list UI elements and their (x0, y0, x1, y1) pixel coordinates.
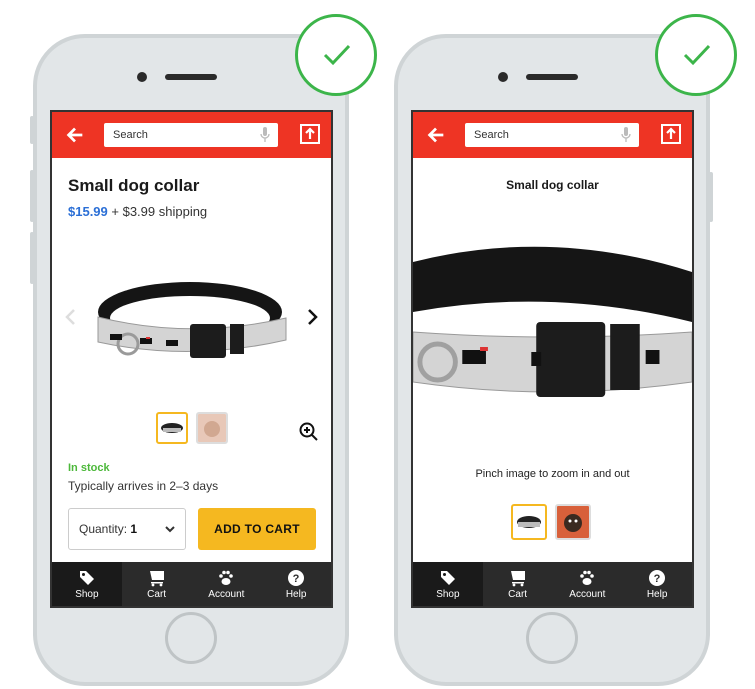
quantity-value: 1 (130, 522, 138, 536)
nav-item-shop[interactable]: Shop (52, 562, 122, 606)
shipping-cost: + $3.99 shipping (111, 204, 208, 219)
dog-thumbnail (198, 414, 226, 442)
stock-status: In stock (68, 462, 110, 474)
dog-collar-photo-zoomed[interactable] (413, 232, 692, 432)
tag-icon (79, 570, 94, 585)
cart-icon (149, 570, 164, 586)
nav-label: Account (208, 588, 245, 600)
thumbnail-dog[interactable] (555, 504, 591, 540)
delivery-estimate: Typically arrives in 2–3 days (68, 479, 219, 493)
nav-item-cart[interactable]: Cart (122, 562, 192, 606)
nav-item-cart[interactable]: Cart (483, 562, 553, 606)
svg-text:?: ? (654, 573, 661, 585)
nav-label: Cart (508, 588, 528, 600)
microphone-icon[interactable] (260, 127, 270, 143)
nav-label: Help (285, 588, 307, 600)
dog-collar-photo[interactable] (90, 262, 290, 382)
product-title: Small dog collar (506, 178, 599, 192)
nav-label: Account (569, 588, 606, 600)
microphone-icon[interactable] (621, 127, 631, 143)
dog-thumbnail (557, 506, 589, 538)
thumbnail-collar[interactable] (511, 504, 547, 540)
product-price: $15.99 (68, 204, 108, 219)
paw-icon (580, 570, 595, 585)
search-input[interactable]: Search (104, 123, 278, 147)
nav-item-help[interactable]: ? Help (622, 562, 692, 606)
chevron-right-icon[interactable] (305, 308, 319, 326)
tag-icon (440, 570, 455, 585)
app-header: Search (52, 112, 331, 158)
phone-frame-zoom: Search Small dog collar Pinch image to z… (394, 34, 710, 686)
quantity-select[interactable]: Quantity: 1 (68, 508, 186, 550)
help-icon: ? (649, 569, 666, 586)
thumbnail-dog[interactable] (196, 412, 228, 444)
help-icon: ? (288, 569, 305, 586)
nav-item-account[interactable]: Account (192, 562, 262, 606)
quantity-label: Quantity: (79, 522, 128, 536)
search-input[interactable]: Search (465, 123, 639, 147)
home-button (165, 612, 217, 664)
product-screen: Search Small dog collar $15.99 + $3.99 s… (50, 110, 333, 608)
nav-label: Shop (75, 588, 99, 600)
cart-icon (510, 570, 525, 586)
phone-frame-product: Search Small dog collar $15.99 + $3.99 s… (33, 34, 349, 686)
svg-text:?: ? (293, 573, 300, 585)
product-title: Small dog collar (68, 176, 200, 195)
app-header: Search (413, 112, 692, 158)
nav-item-account[interactable]: Account (553, 562, 623, 606)
speaker (526, 74, 578, 80)
check-icon (683, 44, 711, 66)
price-line: $15.99 + $3.99 shipping (68, 204, 207, 219)
approved-badge (295, 14, 377, 96)
chevron-down-icon (165, 526, 175, 533)
camera (137, 72, 147, 82)
nav-label: Help (646, 588, 668, 600)
collar-thumbnail (161, 423, 183, 433)
nav-item-shop[interactable]: Shop (413, 562, 483, 606)
arrow-left-icon[interactable] (64, 124, 86, 146)
chevron-left-icon[interactable] (64, 308, 78, 326)
add-to-cart-button[interactable]: ADD TO CART (198, 508, 316, 550)
check-icon (323, 44, 351, 66)
thumbnail-strip (511, 504, 591, 540)
nav-label: Shop (436, 588, 460, 600)
zoom-in-icon[interactable] (299, 422, 319, 442)
thumbnail-strip (156, 412, 228, 444)
search-placeholder: Search (474, 129, 509, 141)
arrow-left-icon[interactable] (425, 124, 447, 146)
bottom-nav: Shop Cart Account ? Help (52, 562, 331, 606)
pinch-hint: Pinch image to zoom in and out (475, 468, 630, 480)
collar-thumbnail (517, 516, 541, 528)
camera (498, 72, 508, 82)
search-placeholder: Search (113, 129, 148, 141)
zoom-screen: Search Small dog collar Pinch image to z… (411, 110, 694, 608)
paw-icon (219, 570, 234, 585)
nav-label: Cart (147, 588, 167, 600)
thumbnail-collar[interactable] (156, 412, 188, 444)
approved-badge (655, 14, 737, 96)
bottom-nav: Shop Cart Account ? Help (413, 562, 692, 606)
home-button (526, 612, 578, 664)
share-icon[interactable] (660, 123, 682, 145)
share-icon[interactable] (299, 123, 321, 145)
speaker (165, 74, 217, 80)
nav-item-help[interactable]: ? Help (261, 562, 331, 606)
